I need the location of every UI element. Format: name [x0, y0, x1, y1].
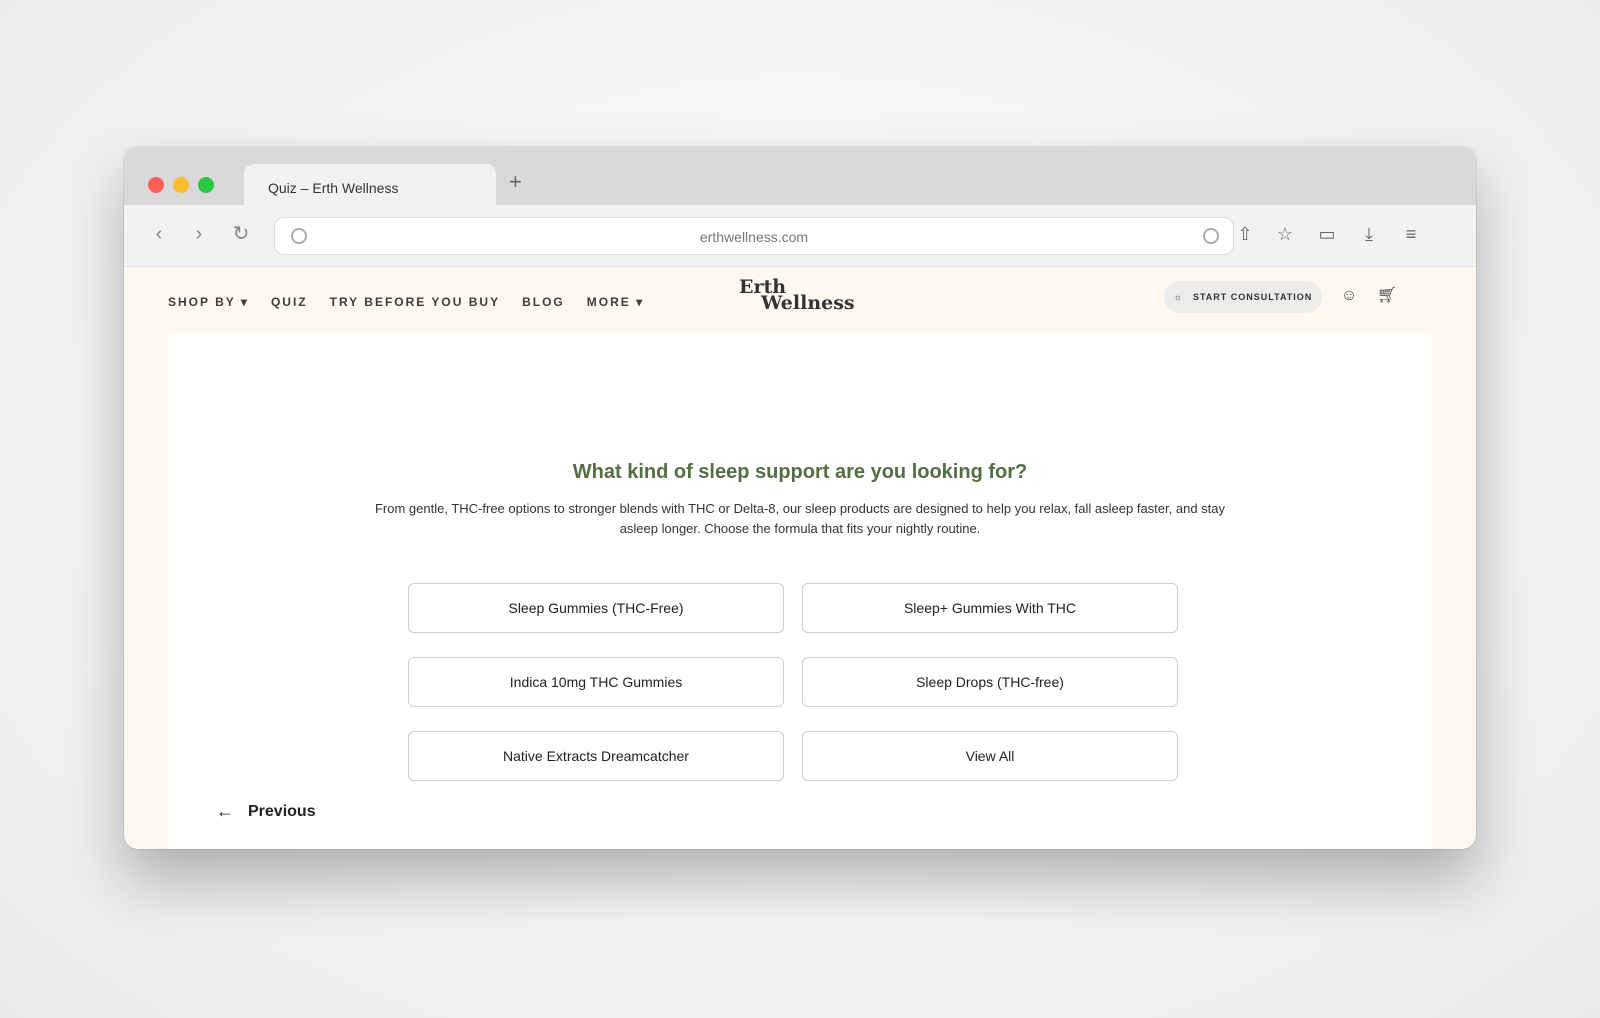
nav-try-before-you-buy[interactable]: TRY BEFORE YOU BUY — [330, 295, 500, 309]
cart-icon[interactable]: 🛒︎ — [1376, 285, 1398, 307]
quiz-description: From gentle, THC-free options to stronge… — [374, 501, 1225, 536]
option-native-extracts-dreamcatcher[interactable]: Native Extracts Dreamcatcher — [408, 731, 784, 781]
nav-more-label: MORE — [586, 295, 631, 309]
option-sleep-drops-thc-free[interactable]: Sleep Drops (THC-free) — [802, 657, 1178, 707]
start-consultation-button[interactable]: ☼ START CONSULTATION — [1164, 281, 1322, 313]
maximize-window-button[interactable] — [198, 177, 214, 193]
quiz-question: What kind of sleep support are you looki… — [572, 461, 1028, 483]
nav-quiz[interactable]: QUIZ — [271, 295, 308, 309]
download-icon[interactable]: ⤓ — [1358, 223, 1380, 245]
nav-shop-by-label: SHOP BY — [168, 295, 236, 309]
menu-icon[interactable]: ≡ — [1400, 223, 1422, 245]
browser-toolbar: ‹ › ↻ erthwellness.com ⇧ ☆ ▭ ⤓ ≡ — [124, 205, 1476, 267]
quiz-panel: What kind of sleep support are you looki… — [168, 335, 1432, 849]
main-nav: SHOP BY ▾ QUIZ TRY BEFORE YOU BUY BLOG M… — [168, 295, 644, 309]
nav-shop-by[interactable]: SHOP BY ▾ — [168, 295, 249, 309]
previous-label: Previous — [248, 802, 316, 820]
option-indica-thc-gummies[interactable]: Indica 10mg THC Gummies — [408, 657, 784, 707]
arrow-left-icon: ← — [216, 801, 234, 821]
address-bar[interactable]: erthwellness.com — [274, 217, 1234, 255]
share-icon[interactable]: ⇧ — [1234, 223, 1256, 245]
site-logo[interactable]: Erth Wellness — [739, 278, 855, 313]
option-view-all[interactable]: View All — [802, 731, 1178, 781]
forward-icon[interactable]: › — [186, 221, 212, 247]
nav-blog[interactable]: BLOG — [522, 295, 565, 309]
option-sleep-gummies-thc-free[interactable]: Sleep Gummies (THC-Free) — [408, 583, 784, 633]
close-window-button[interactable] — [148, 177, 164, 193]
chat-icon: ☼ — [1173, 292, 1183, 302]
account-icon[interactable]: ☺ — [1338, 285, 1360, 307]
bookmark-star-icon[interactable]: ☆ — [1274, 223, 1296, 245]
back-icon[interactable]: ‹ — [146, 221, 172, 247]
minimize-window-button[interactable] — [173, 177, 189, 193]
browser-window: Quiz – Erth Wellness + ‹ › ↻ erthwellnes… — [124, 147, 1476, 849]
browser-tab[interactable]: Quiz – Erth Wellness — [244, 164, 496, 208]
tab-title: Quiz – Erth Wellness — [268, 180, 399, 196]
url-text: erthwellness.com — [699, 229, 809, 245]
site-header: SHOP BY ▾ QUIZ TRY BEFORE YOU BUY BLOG M… — [124, 267, 1476, 335]
search-icon[interactable] — [1203, 228, 1219, 244]
nav-more[interactable]: MORE ▾ — [587, 295, 644, 309]
reload-icon[interactable]: ↻ — [228, 221, 254, 247]
previous-button[interactable]: ← Previous — [216, 801, 316, 822]
new-tab-button[interactable]: + — [509, 169, 522, 195]
quiz-options: Sleep Gummies (THC-Free) Sleep+ Gummies … — [408, 583, 1184, 781]
consult-label: START CONSULTATION — [1192, 292, 1313, 302]
option-sleep-plus-gummies-with-thc[interactable]: Sleep+ Gummies With THC — [802, 583, 1178, 633]
tab-bar: Quiz – Erth Wellness + — [124, 147, 1476, 208]
reading-list-icon[interactable]: ▭ — [1316, 223, 1338, 245]
